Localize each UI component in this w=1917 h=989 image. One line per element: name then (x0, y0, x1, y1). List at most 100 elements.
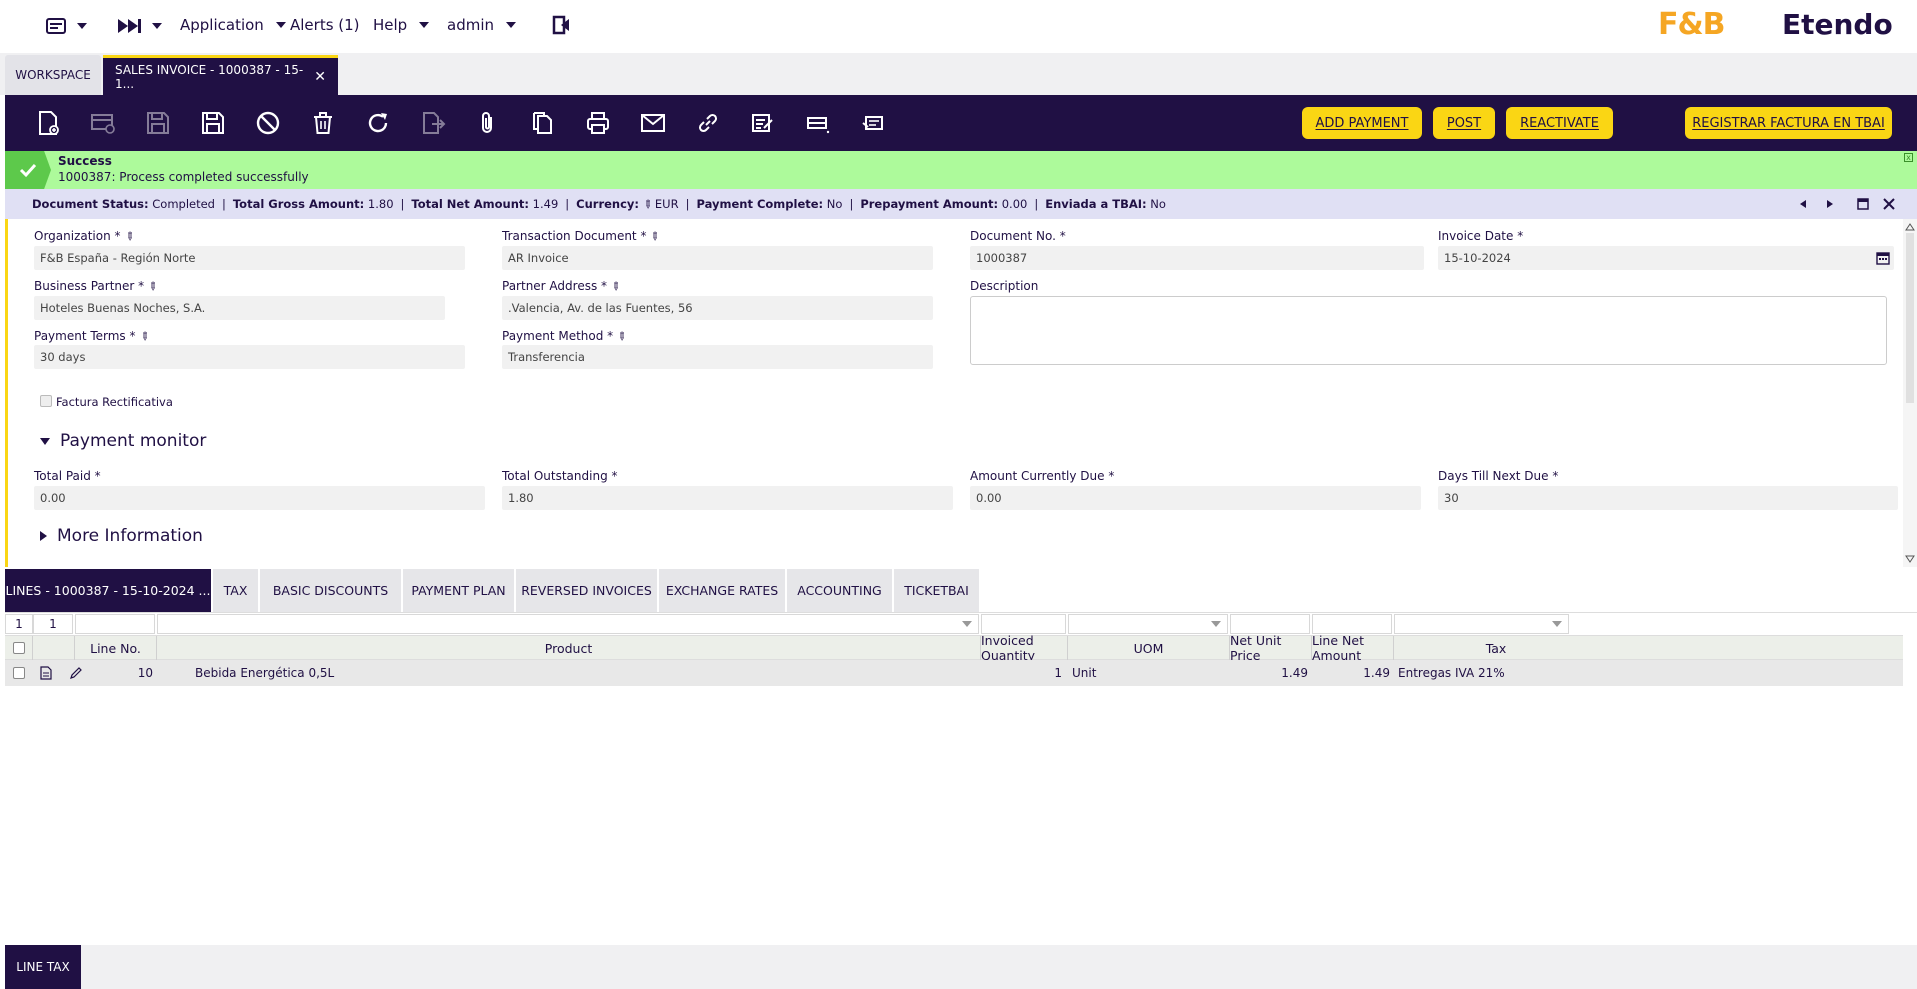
grid-view-icon[interactable] (805, 110, 831, 136)
payment-terms-field[interactable]: 30 days (34, 345, 465, 369)
chevron-down-icon[interactable] (1552, 621, 1562, 627)
chevron-down-icon (419, 22, 430, 28)
next-record-icon[interactable] (1822, 196, 1838, 212)
invoice-date-field[interactable]: 15-10-2024 (1438, 246, 1894, 270)
tab-reversed-invoices[interactable]: REVERSED INVOICES (516, 569, 657, 612)
attachment-icon[interactable] (475, 110, 501, 136)
tab-exchange-rates[interactable]: EXCHANGE RATES (659, 569, 785, 612)
calendar-icon[interactable] (1876, 251, 1890, 265)
chevron-down-icon (506, 22, 516, 28)
tab-accounting[interactable]: ACCOUNTING (787, 569, 892, 612)
header-invoiced-quantity[interactable]: Invoiced Quantity (981, 633, 1068, 663)
pencil-icon[interactable]: ✎ (145, 279, 161, 295)
select-all-checkbox[interactable] (12, 642, 25, 654)
scroll-down-icon[interactable] (1905, 555, 1915, 563)
filter-uom[interactable] (1068, 614, 1228, 634)
header-product[interactable]: Product (157, 636, 981, 660)
payment-method-label: Payment Method *✎ (502, 329, 630, 345)
header-net-unit-price[interactable]: Net Unit Price (1230, 633, 1312, 663)
scrollbar-thumb[interactable] (1906, 233, 1914, 403)
clone-icon[interactable] (530, 110, 556, 136)
row-checkbox[interactable] (13, 667, 25, 679)
quick-launch-button[interactable] (116, 16, 162, 36)
workspace-menu-button[interactable] (45, 16, 87, 36)
tab-workspace-label: WORKSPACE (15, 68, 91, 82)
export-icon[interactable] (420, 110, 446, 136)
pencil-icon[interactable]: ✎ (608, 279, 624, 295)
pencil-icon[interactable]: ✎ (647, 229, 663, 245)
header-uom[interactable]: UOM (1068, 636, 1230, 660)
header-tax[interactable]: Tax (1394, 636, 1598, 660)
save-icon[interactable] (145, 110, 171, 136)
tab-lines[interactable]: LINES - 1000387 - 15-10-2024 ... (5, 569, 211, 612)
document-no-field[interactable]: 1000387 (970, 246, 1424, 270)
factura-rectificativa-label: Factura Rectificativa (56, 395, 173, 409)
close-message-icon[interactable]: x (1904, 153, 1913, 162)
payment-monitor-section-header[interactable]: Payment monitor (40, 431, 206, 451)
close-tab-icon[interactable]: ✕ (314, 69, 326, 85)
alerts-link[interactable]: Alerts (1) (290, 16, 360, 34)
table-row[interactable]: 10 Bebida Energética 0,5L 1 Unit 1.49 1.… (5, 660, 1903, 686)
tab-line-tax[interactable]: LINE TAX (5, 945, 81, 989)
tab-ticketbai[interactable]: TICKETBAI (894, 569, 979, 612)
reactivate-label: REACTIVATE (1520, 115, 1599, 131)
transaction-document-field[interactable]: AR Invoice (502, 246, 933, 270)
cancel-icon[interactable] (255, 110, 281, 136)
close-form-icon[interactable] (1881, 196, 1897, 212)
description-textarea[interactable] (970, 296, 1887, 365)
new-document-icon[interactable] (35, 110, 61, 136)
filter-line-no[interactable] (75, 614, 155, 634)
tab-workspace[interactable]: WORKSPACE (5, 55, 101, 95)
filter-invoiced-quantity[interactable] (981, 614, 1066, 634)
chevron-down-icon[interactable] (962, 621, 972, 627)
registrar-tbai-button[interactable]: REGISTRAR FACTURA EN TBAI (1685, 107, 1892, 139)
save-close-icon[interactable] (200, 110, 226, 136)
cell-product: Bebida Energética 0,5L (195, 666, 335, 680)
header-line-net-amount[interactable]: Line Net Amount (1312, 633, 1394, 663)
email-icon[interactable] (640, 110, 666, 136)
more-information-section-header[interactable]: More Information (40, 526, 203, 546)
filter-net-unit-price[interactable] (1230, 614, 1310, 634)
factura-rectificativa-checkbox[interactable] (40, 395, 52, 407)
add-payment-button[interactable]: ADD PAYMENT (1302, 107, 1422, 139)
open-form-icon[interactable] (40, 660, 52, 686)
link-icon[interactable] (695, 110, 721, 136)
partner-address-field[interactable]: .Valencia, Av. de las Fuentes, 56 (502, 296, 933, 320)
maximize-icon[interactable] (1855, 196, 1871, 212)
reactivate-button[interactable]: REACTIVATE (1506, 107, 1613, 139)
refresh-icon[interactable] (365, 110, 391, 136)
print-icon[interactable] (585, 110, 611, 136)
delete-icon[interactable] (310, 110, 336, 136)
chevron-down-icon[interactable] (1211, 621, 1221, 627)
header-line-no[interactable]: Line No. (75, 636, 157, 660)
payment-method-field[interactable]: Transferencia (502, 345, 933, 369)
pencil-icon[interactable]: ✎ (121, 229, 137, 245)
expand-arrow-icon (40, 531, 47, 541)
tab-tax[interactable]: TAX (213, 569, 258, 612)
post-button[interactable]: POST (1433, 107, 1495, 139)
form-scrollbar[interactable] (1903, 219, 1917, 567)
previous-record-icon[interactable] (1795, 196, 1811, 212)
logout-button[interactable] (551, 14, 573, 36)
pencil-icon[interactable]: ✎ (639, 196, 655, 212)
filter-line-net-amount[interactable] (1312, 614, 1392, 634)
pencil-icon[interactable]: ✎ (614, 329, 630, 345)
tab-sales-invoice[interactable]: SALES INVOICE - 1000387 - 15-1... ✕ (103, 55, 338, 95)
pencil-icon[interactable]: ✎ (136, 329, 152, 345)
scroll-up-icon[interactable] (1905, 223, 1915, 231)
etendo-logo-text: Etendo (1782, 7, 1893, 41)
help-menu[interactable]: Help (373, 16, 430, 34)
new-row-icon[interactable] (90, 110, 116, 136)
application-menu[interactable]: Application (180, 16, 286, 34)
organization-field[interactable]: F&B España - Región Norte (34, 246, 465, 270)
audit-icon[interactable] (750, 110, 776, 136)
tab-basic-discounts[interactable]: BASIC DISCOUNTS (260, 569, 401, 612)
tab-payment-plan[interactable]: PAYMENT PLAN (403, 569, 514, 612)
business-partner-field[interactable]: Hoteles Buenas Noches, S.A. (34, 296, 445, 320)
chevron-down-icon (275, 22, 286, 28)
filter-product[interactable] (157, 614, 979, 634)
filter-tax[interactable] (1394, 614, 1569, 634)
tree-icon[interactable] (860, 110, 886, 136)
user-menu[interactable]: admin (447, 16, 516, 34)
partner-address-value: .Valencia, Av. de las Fuentes, 56 (508, 301, 693, 315)
